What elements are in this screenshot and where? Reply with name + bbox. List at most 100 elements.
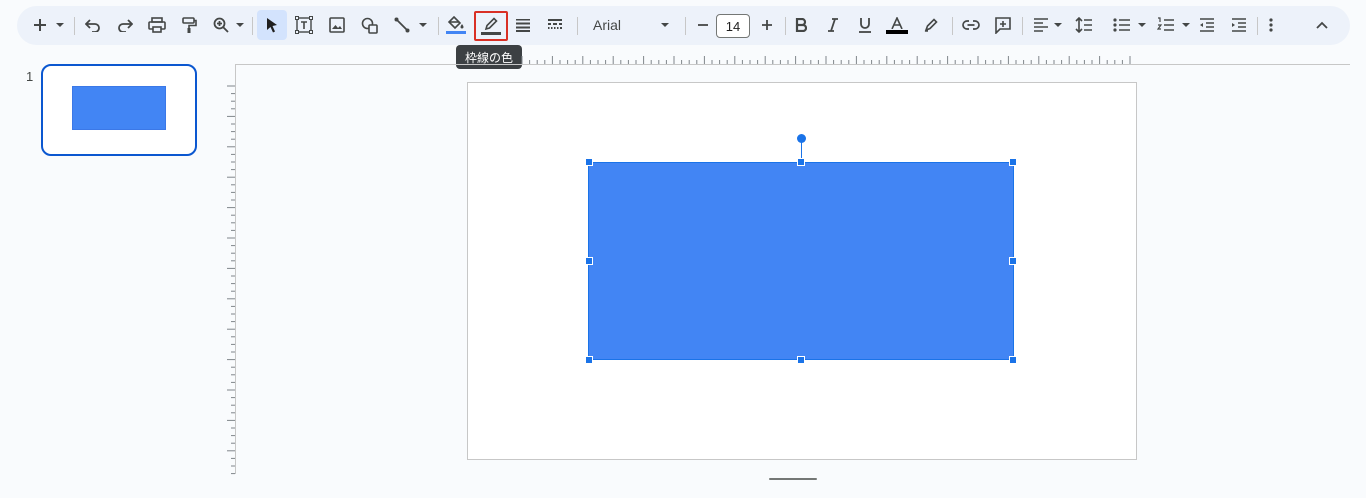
highlight-icon — [924, 18, 938, 32]
divider — [438, 17, 439, 35]
plus-icon — [761, 19, 773, 31]
zoom-button[interactable] — [209, 10, 247, 40]
undo-button[interactable] — [81, 10, 105, 40]
numbered-list-button[interactable] — [1153, 10, 1193, 40]
border-weight-button[interactable] — [511, 10, 535, 40]
text-box-icon — [295, 16, 313, 34]
rotation-handle[interactable] — [797, 134, 806, 143]
paint-format-icon — [181, 16, 197, 34]
image-button[interactable] — [325, 10, 349, 40]
bold-icon — [795, 18, 807, 32]
resize-handle-bottom-right[interactable] — [1009, 356, 1017, 364]
vertical-ruler — [227, 85, 235, 475]
increase-indent-button[interactable] — [1227, 10, 1251, 40]
chevron-down-icon — [1053, 23, 1062, 27]
chevron-down-icon — [418, 23, 427, 27]
slide-number: 1 — [26, 69, 34, 84]
divider — [952, 17, 953, 35]
bulleted-list-icon — [1112, 18, 1131, 32]
cursor-icon — [266, 17, 278, 33]
shapes-icon — [361, 17, 379, 34]
divider — [74, 17, 75, 35]
align-button[interactable] — [1029, 10, 1065, 40]
border-dash-button[interactable] — [543, 10, 567, 40]
toolbar: Arial 14 — [17, 6, 1350, 45]
resize-handle-left[interactable] — [585, 257, 593, 265]
divider — [1022, 17, 1023, 35]
chevron-down-icon — [1181, 23, 1190, 27]
thumbnail-shape — [72, 86, 166, 130]
text-box-button[interactable] — [291, 10, 317, 40]
insert-link-button[interactable] — [959, 10, 983, 40]
divider — [577, 17, 578, 35]
underline-button[interactable] — [853, 10, 877, 40]
paint-format-button[interactable] — [177, 10, 201, 40]
print-icon — [148, 17, 166, 33]
zoom-icon — [213, 17, 229, 33]
decrease-indent-button[interactable] — [1195, 10, 1219, 40]
chevron-up-icon — [1316, 21, 1328, 29]
ruler-divider — [235, 64, 236, 474]
border-dash-icon — [547, 18, 563, 32]
selection-border — [588, 162, 1014, 360]
increase-font-size-button[interactable] — [755, 10, 779, 40]
select-tool-button[interactable] — [257, 10, 287, 40]
redo-button[interactable] — [113, 10, 137, 40]
resize-handle-bottom[interactable] — [797, 356, 805, 364]
speaker-notes-handle[interactable] — [769, 478, 817, 480]
line-icon — [394, 17, 410, 33]
bold-button[interactable] — [789, 10, 813, 40]
text-color-icon — [890, 16, 904, 29]
highlight-button[interactable] — [919, 10, 943, 40]
resize-handle-right[interactable] — [1009, 257, 1017, 265]
text-color-swatch — [886, 29, 908, 34]
numbered-list-icon — [1156, 17, 1175, 33]
resize-handle-top[interactable] — [797, 158, 805, 166]
decrease-indent-icon — [1199, 18, 1215, 32]
divider — [252, 17, 253, 35]
horizontal-ruler — [521, 56, 1131, 64]
font-family-select[interactable]: Arial — [585, 10, 677, 40]
font-name: Arial — [593, 17, 622, 33]
more-options-button[interactable] — [1259, 10, 1283, 40]
divider — [685, 17, 686, 35]
italic-icon — [827, 18, 839, 32]
fill-color-button[interactable] — [444, 10, 468, 40]
fill-color-icon — [447, 16, 465, 30]
line-button[interactable] — [389, 10, 431, 40]
italic-button[interactable] — [821, 10, 845, 40]
chevron-down-icon — [661, 23, 669, 27]
chevron-down-icon — [55, 23, 64, 27]
align-left-icon — [1033, 18, 1049, 32]
link-icon — [962, 20, 980, 30]
increase-indent-icon — [1231, 18, 1247, 32]
line-spacing-icon — [1075, 17, 1093, 33]
ruler-divider — [235, 64, 1350, 65]
shapes-button[interactable] — [357, 10, 383, 40]
collapse-toolbar-button[interactable] — [1310, 10, 1334, 40]
underline-icon — [858, 17, 872, 33]
font-size-input[interactable]: 14 — [716, 14, 750, 38]
redo-icon — [117, 18, 133, 32]
decrease-font-size-button[interactable] — [691, 10, 715, 40]
add-comment-button[interactable] — [991, 10, 1015, 40]
border-weight-icon — [515, 18, 531, 32]
pencil-icon — [484, 17, 498, 31]
bulleted-list-button[interactable] — [1107, 10, 1151, 40]
resize-handle-top-right[interactable] — [1009, 158, 1017, 166]
divider — [785, 17, 786, 35]
more-vert-icon — [1269, 18, 1273, 32]
resize-handle-bottom-left[interactable] — [585, 356, 593, 364]
resize-handle-top-left[interactable] — [585, 158, 593, 166]
image-icon — [329, 17, 345, 33]
fill-color-swatch — [446, 31, 466, 34]
tooltip: 枠線の色 — [456, 45, 522, 69]
line-spacing-button[interactable] — [1071, 10, 1097, 40]
text-color-button[interactable] — [883, 10, 911, 40]
border-color-button[interactable] — [474, 11, 508, 41]
chevron-down-icon — [1137, 23, 1146, 27]
border-color-swatch — [481, 32, 501, 35]
slide-thumbnail[interactable] — [41, 64, 197, 156]
print-button[interactable] — [145, 10, 169, 40]
new-slide-button[interactable] — [29, 10, 67, 40]
